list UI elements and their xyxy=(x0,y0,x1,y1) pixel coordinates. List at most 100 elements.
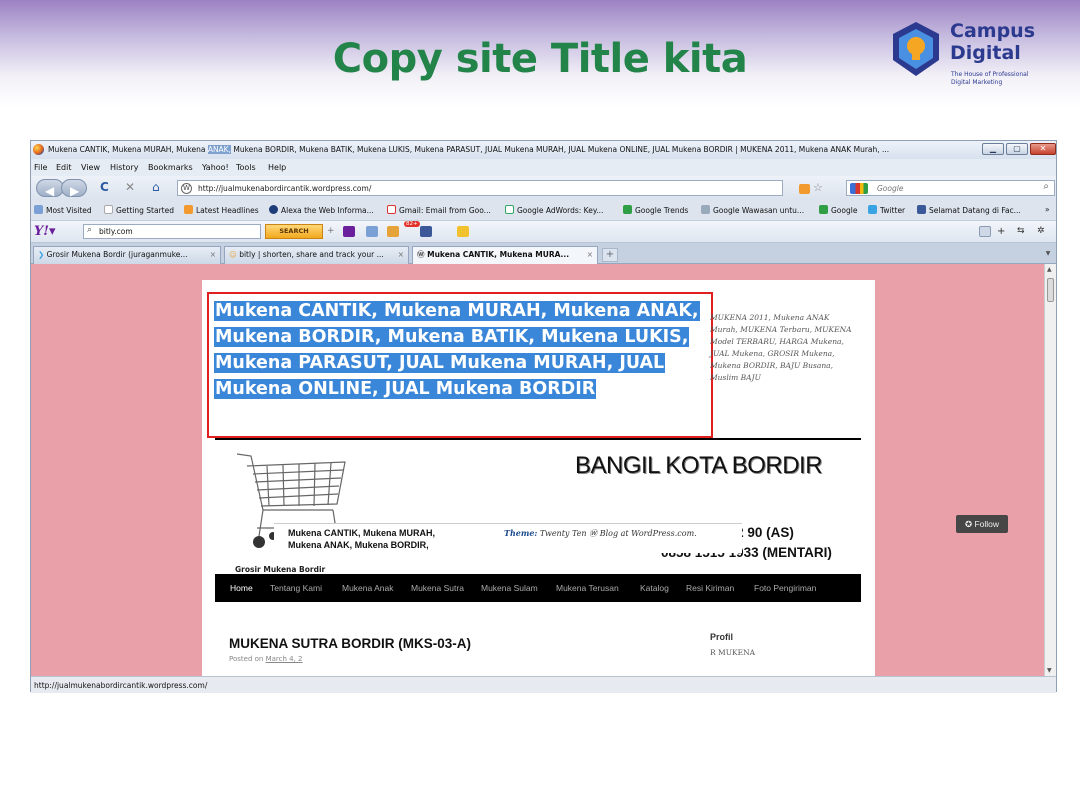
menu-help[interactable]: Help xyxy=(268,163,286,172)
tab-grosir-mukena[interactable]: ❯ Grosir Mukena Bordir (juraganmuke... × xyxy=(33,246,221,264)
nav-mukena-sutra[interactable]: Mukena Sutra xyxy=(411,583,464,593)
firefox-icon xyxy=(33,144,44,155)
add-icon[interactable]: + xyxy=(997,226,1009,237)
tab-close-icon[interactable]: × xyxy=(587,247,593,263)
gear-icon[interactable]: ✲ xyxy=(1037,226,1049,237)
reload-icon[interactable]: C xyxy=(100,180,109,194)
sliders-icon[interactable]: ⇆ xyxy=(1017,226,1029,237)
nav-katalog[interactable]: Katalog xyxy=(640,583,669,593)
follow-button[interactable]: ✪ Follow xyxy=(956,515,1008,533)
slide-header: Copy site Title kita Campus Digital The … xyxy=(0,0,1080,108)
search-bar[interactable]: Google ⌕ xyxy=(846,180,1055,196)
site-description: MUKENA 2011, Mukena ANAK Murah, MUKENA T… xyxy=(710,313,852,382)
bookmark-twitter[interactable]: Twitter xyxy=(868,205,905,215)
bookmark-adwords[interactable]: Google AdWords: Key... xyxy=(505,205,603,215)
status-url: http://jualmukenabordircantik.wordpress.… xyxy=(34,681,208,690)
stop-icon[interactable]: ✕ xyxy=(125,180,135,194)
bookmarks-toolbar: Most Visited Getting Started Latest Head… xyxy=(31,200,1056,221)
magnifier-icon[interactable]: ⌕ xyxy=(1043,181,1049,192)
bookmark-alexa[interactable]: Alexa the Web Informa... xyxy=(269,205,374,215)
magnifier-icon: ⌕ xyxy=(87,225,93,235)
yahoo-search-button[interactable]: SEARCH xyxy=(265,224,323,239)
sidebar-text: R MUKENA xyxy=(710,648,756,657)
menu-history[interactable]: History xyxy=(110,163,138,172)
tab-close-icon[interactable]: × xyxy=(210,247,216,263)
new-tab-button[interactable]: + xyxy=(602,248,618,262)
bookmark-google-wawasan[interactable]: Google Wawasan untu... xyxy=(701,205,804,215)
url-text: http://jualmukenabordircantik.wordpress.… xyxy=(198,184,372,193)
tab-bitly[interactable]: ☺ bitly | shorten, share and track your … xyxy=(224,246,409,264)
site-navigation: Home Tentang Kami Mukena Anak Mukena Sut… xyxy=(215,574,861,602)
bookmark-google[interactable]: Google xyxy=(819,205,857,215)
footer-popup-line-1: Mukena CANTIK, Mukena MURAH, xyxy=(288,528,436,538)
yahoo-widget-icon[interactable] xyxy=(457,226,469,237)
tab-mukena-cantik[interactable]: Ⓦ Mukena CANTIK, Mukena MURA... × xyxy=(412,246,598,264)
close-button[interactable]: ✕ xyxy=(1030,143,1056,155)
bookmark-latest-headlines[interactable]: Latest Headlines xyxy=(184,205,259,215)
nav-mukena-sulam[interactable]: Mukena Sulam xyxy=(481,583,538,593)
theme-credit[interactable]: Theme: Twenty Ten Ⓦ Blog at WordPress.co… xyxy=(504,528,697,539)
window-title: Mukena CANTIK, Mukena MURAH, Mukena ANAK… xyxy=(48,145,890,154)
scrollbar-thumb[interactable] xyxy=(1047,278,1054,302)
nav-home[interactable]: Home xyxy=(230,583,253,593)
vertical-scrollbar[interactable]: ▲ ▼ xyxy=(1044,264,1056,676)
logo-word-digital: Digital xyxy=(950,42,1021,64)
bookmark-most-visited[interactable]: Most Visited xyxy=(34,205,92,215)
bookmark-facebook[interactable]: Selamat Datang di Fac... xyxy=(917,205,1021,215)
minimize-button[interactable]: ▁ xyxy=(982,143,1004,155)
nav-mukena-terusan[interactable]: Mukena Terusan xyxy=(556,583,619,593)
mail-icon[interactable] xyxy=(366,226,378,237)
toolbar-menu-icon[interactable] xyxy=(979,226,991,237)
post-date-link[interactable]: March 4, 2 xyxy=(266,655,303,663)
browser-window: Mukena CANTIK, Mukena MURAH, Mukena ANAK… xyxy=(30,140,1057,693)
tab-bar: ❯ Grosir Mukena Bordir (juraganmuke... × … xyxy=(31,243,1056,264)
search-placeholder: Google xyxy=(877,184,904,193)
maximize-button[interactable]: ▢ xyxy=(1006,143,1028,155)
menu-file[interactable]: File xyxy=(34,163,47,172)
logo-word-campus: Campus xyxy=(950,20,1035,42)
back-button[interactable]: ◀ xyxy=(36,179,64,198)
rss-icon[interactable] xyxy=(799,184,810,194)
bookmark-star-icon[interactable]: ☆ xyxy=(813,181,823,194)
status-bar: http://jualmukenabordircantik.wordpress.… xyxy=(31,676,1056,693)
yahoo-toolbar: Y!▾ ⌕ bitly.com SEARCH + 82+ + ⇆ ✲ xyxy=(31,221,1056,243)
menu-tools[interactable]: Tools xyxy=(236,163,256,172)
bookmarks-overflow-icon[interactable]: » xyxy=(1045,205,1050,214)
yahoo-logo-icon[interactable]: Y!▾ xyxy=(34,224,56,239)
site-title-selected[interactable]: Mukena CANTIK, Mukena MURAH, Mukena ANAK… xyxy=(214,298,700,402)
menu-edit[interactable]: Edit xyxy=(56,163,72,172)
notifications-icon[interactable] xyxy=(387,226,399,237)
cart-caption: Grosir Mukena Bordir xyxy=(235,565,326,574)
tab-list-icon[interactable]: ▼ xyxy=(1043,250,1053,260)
yahoo-search-input[interactable]: ⌕ bitly.com xyxy=(83,224,261,239)
nav-mukena-anak[interactable]: Mukena Anak xyxy=(342,583,394,593)
window-titlebar: Mukena CANTIK, Mukena MURAH, Mukena ANAK… xyxy=(31,141,1056,159)
post-meta: Posted on March 4, 2 xyxy=(229,655,303,663)
bookmark-gmail[interactable]: Gmail: Email from Goo... xyxy=(387,205,491,215)
home-icon[interactable]: ⌂ xyxy=(152,180,160,194)
banner-title: BANGIL KOTA BORDIR xyxy=(575,452,823,479)
sidebar-heading-profil: Profil xyxy=(710,632,734,642)
wordpress-page: Mukena CANTIK, Mukena MURAH, Mukena ANAK… xyxy=(202,280,875,676)
plus-icon[interactable]: + xyxy=(327,226,339,237)
footer-popup-line-2: Mukena ANAK, Mukena BORDIR, xyxy=(288,540,429,550)
nav-foto-pengiriman[interactable]: Foto Pengiriman xyxy=(754,583,816,593)
forward-button[interactable]: ▶ xyxy=(61,179,87,198)
tab-close-icon[interactable]: × xyxy=(398,247,404,263)
yahoo-messenger-icon[interactable] xyxy=(343,226,355,237)
menu-yahoo[interactable]: Yahoo! xyxy=(202,163,229,172)
menu-bar: File Edit View History Bookmarks Yahoo! … xyxy=(31,159,1056,176)
bookmark-google-trends[interactable]: Google Trends xyxy=(623,205,688,215)
footer-popup: Mukena CANTIK, Mukena MURAH, Mukena ANAK… xyxy=(274,523,742,553)
menu-view[interactable]: View xyxy=(81,163,100,172)
post-title[interactable]: MUKENA SUTRA BORDIR (MKS-03-A) xyxy=(229,636,471,651)
logo-tagline-2: Digital Marketing xyxy=(951,79,1003,86)
url-bar[interactable]: W http://jualmukenabordircantik.wordpres… xyxy=(177,180,783,196)
header-banner[interactable]: Grosir Mukena Bordir BANGIL KOTA BORDIR … xyxy=(215,440,861,574)
nav-tentang-kami[interactable]: Tentang Kami xyxy=(270,583,322,593)
menu-bookmarks[interactable]: Bookmarks xyxy=(148,163,193,172)
bookmark-getting-started[interactable]: Getting Started xyxy=(104,205,174,215)
navigation-toolbar: ◀ ▶ C ✕ ⌂ W http://jualmukenabordircanti… xyxy=(31,176,1056,200)
nav-resi-kiriman[interactable]: Resi Kiriman xyxy=(686,583,734,593)
facebook-icon[interactable] xyxy=(420,226,432,237)
